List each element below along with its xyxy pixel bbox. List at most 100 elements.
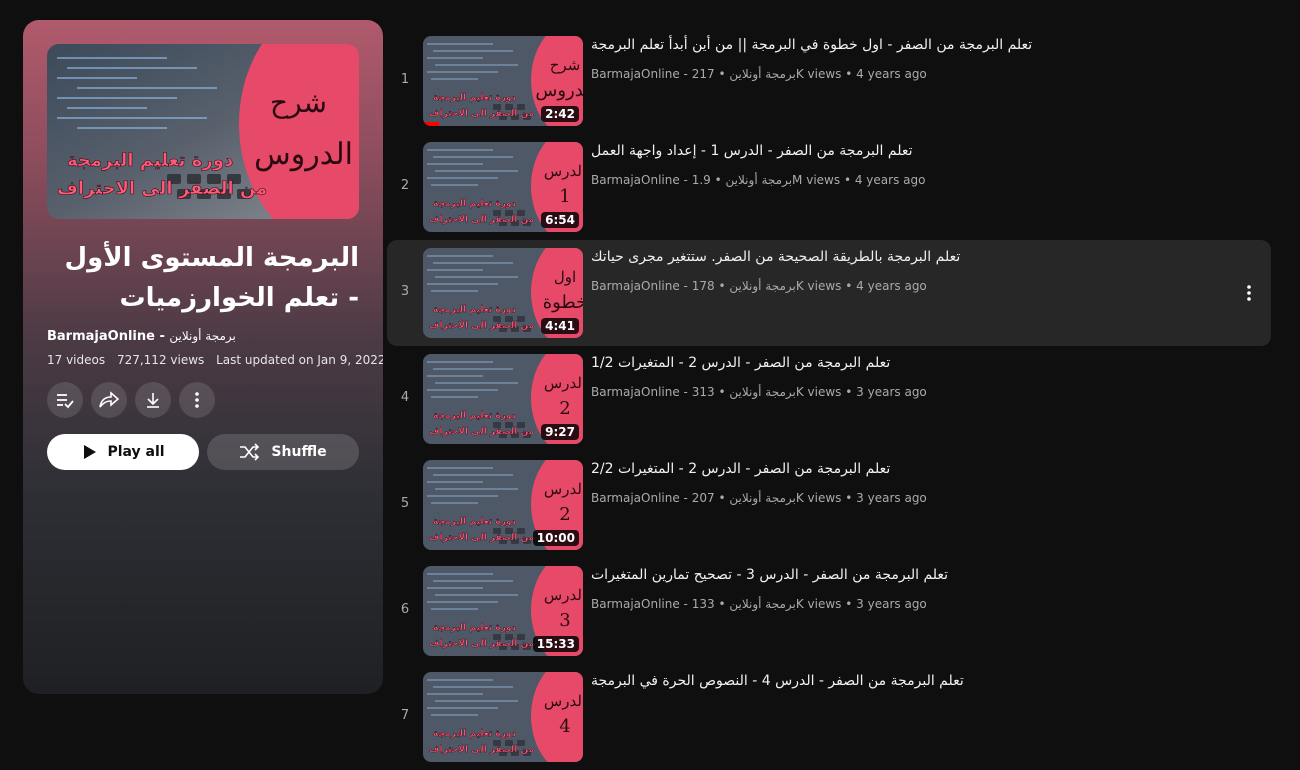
meta-dot: •	[845, 385, 853, 399]
playlist-video-row[interactable]: 7 دورة تعليم البرمجة من الصفر الى الاحتر…	[387, 664, 1271, 770]
video-menu-button[interactable]	[1239, 283, 1259, 303]
share-button[interactable]	[91, 382, 127, 418]
thumb-badge-line2: الدروس	[535, 80, 583, 101]
hero-course-line2: من الصفر الى الاحتراف	[57, 178, 267, 199]
video-thumbnail[interactable]: دورة تعليم البرمجة من الصفر الى الاحتراف…	[423, 248, 583, 338]
video-title[interactable]: تعلم البرمجة من الصفر - الدرس 2 - المتغي…	[591, 461, 890, 477]
playlist-add-icon	[57, 394, 74, 409]
video-metadata: BarmajaOnline - برمجة أونلاين • 178K vie…	[591, 279, 927, 293]
video-age: 3 years ago	[856, 385, 927, 399]
save-playlist-button[interactable]	[47, 382, 83, 418]
download-button[interactable]	[135, 382, 171, 418]
meta-dot: •	[845, 279, 853, 293]
playlist-video-row[interactable]: 2 دورة تعليم البرمجة من الصفر الى الاحتر…	[387, 134, 1271, 240]
video-title[interactable]: تعلم البرمجة من الصفر - الدرس 4 - النصوص…	[591, 673, 964, 689]
playlist-video-row[interactable]: 3 دورة تعليم البرمجة من الصفر الى الاحتر…	[387, 240, 1271, 346]
thumb-course-line2: من الصفر الى الاحتراف	[429, 215, 534, 225]
video-duration: 15:33	[532, 636, 579, 652]
owner-name[interactable]: BarmajaOnline	[47, 329, 155, 344]
meta-dot: •	[845, 597, 853, 611]
video-title[interactable]: تعلم البرمجة من الصفر - الدرس 1 - إعداد …	[591, 143, 912, 159]
thumb-badge-line2: 2	[559, 398, 570, 419]
playlist-video-row[interactable]: 4 دورة تعليم البرمجة من الصفر الى الاحتر…	[387, 346, 1271, 452]
thumb-course-line1: دورة تعليم البرمجة	[433, 93, 516, 103]
video-duration: 10:00	[532, 530, 579, 546]
playlist-video-row[interactable]: 5 دورة تعليم البرمجة من الصفر الى الاحتر…	[387, 452, 1271, 558]
video-duration: 6:54	[541, 212, 579, 228]
playlist-owner[interactable]: BarmajaOnline - برمجة أونلاين	[47, 329, 236, 344]
thumb-course-line2: من الصفر الى الاحتراف	[429, 533, 534, 543]
last-updated: Last updated on Jan 9, 2022	[216, 353, 383, 367]
thumb-badge-line1: شرح	[550, 56, 581, 74]
video-duration: 2:42	[541, 106, 579, 122]
thumb-badge-line2: خطوة	[543, 292, 583, 313]
video-metadata: BarmajaOnline - برمجة أونلاين • 1.9M vie…	[591, 173, 925, 187]
video-age: 4 years ago	[854, 173, 926, 187]
thumb-course-line1: دورة تعليم البرمجة	[433, 305, 516, 315]
video-duration: 9:27	[541, 424, 579, 440]
video-index: 2	[400, 178, 410, 193]
playlist-hero-thumbnail[interactable]: دورة تعليم البرمجة من الصفر الى الاحتراف…	[47, 44, 359, 219]
playlist-header-panel: دورة تعليم البرمجة من الصفر الى الاحتراف…	[23, 20, 383, 694]
thumb-badge-line1: الدرس	[544, 374, 583, 392]
video-count: 17 videos	[47, 353, 106, 367]
video-age: 3 years ago	[856, 491, 927, 505]
video-title[interactable]: تعلم البرمجة من الصفر - الدرس 3 - تصحيح …	[591, 567, 948, 583]
video-index: 5	[400, 496, 410, 511]
owner-separator: -	[154, 329, 170, 344]
video-metadata: BarmajaOnline - برمجة أونلاين • 313K vie…	[591, 385, 927, 399]
video-thumbnail[interactable]: دورة تعليم البرمجة من الصفر الى الاحتراف…	[423, 142, 583, 232]
thumb-badge-line1: الدرس	[544, 162, 583, 180]
video-thumbnail[interactable]: دورة تعليم البرمجة من الصفر الى الاحتراف…	[423, 460, 583, 550]
thumb-badge-line2: 1	[559, 186, 570, 207]
playlist-views: 727,112 views	[116, 353, 205, 367]
playlist-stats: 17 videos 727,112 views Last updated on …	[47, 353, 383, 367]
thumb-course-line2: من الصفر الى الاحتراف	[429, 639, 534, 649]
video-age: 4 years ago	[856, 67, 927, 81]
meta-dot: •	[845, 491, 853, 505]
video-duration: 4:41	[541, 318, 579, 334]
meta-dot: •	[843, 173, 852, 187]
thumb-course-line1: دورة تعليم البرمجة	[433, 517, 516, 527]
hero-thumbnail-art: دورة تعليم البرمجة من الصفر الى الاحتراف…	[47, 44, 359, 219]
video-age: 3 years ago	[856, 597, 927, 611]
thumb-badge-line2: 4	[559, 716, 570, 737]
thumb-badge-line2: 3	[559, 610, 570, 631]
playlist-video-row[interactable]: 6 دورة تعليم البرمجة من الصفر الى الاحتر…	[387, 558, 1271, 664]
thumb-course-line2: من الصفر الى الاحتراف	[429, 321, 534, 331]
video-index: 7	[400, 708, 410, 723]
video-age: 4 years ago	[856, 279, 927, 293]
video-thumbnail[interactable]: دورة تعليم البرمجة من الصفر الى الاحتراف…	[423, 36, 583, 126]
playlist-video-row[interactable]: 1 دورة تعليم البرمجة من الصفر الى الاحتر…	[387, 28, 1271, 134]
thumb-badge-line1: الدرس	[544, 692, 583, 710]
video-title[interactable]: تعلم البرمجة من الصفر - اول خطوة في البر…	[591, 37, 1032, 53]
shuffle-icon	[240, 443, 260, 461]
owner-arabic-name[interactable]: برمجة أونلاين	[169, 329, 236, 343]
thumbnail-art: دورة تعليم البرمجة من الصفر الى الاحتراف…	[423, 672, 583, 762]
meta-dot: •	[714, 173, 722, 187]
playlist-title: البرمجة المستوى الأول - تعلم الخوارزميات	[64, 243, 359, 313]
more-actions-button[interactable]	[179, 382, 215, 418]
thumb-badge-line1: اول	[554, 268, 576, 286]
video-thumbnail[interactable]: دورة تعليم البرمجة من الصفر الى الاحتراف…	[423, 672, 583, 762]
more-vert-icon	[1247, 285, 1251, 301]
video-thumbnail[interactable]: دورة تعليم البرمجة من الصفر الى الاحتراف…	[423, 566, 583, 656]
play-all-label: Play all	[107, 444, 165, 460]
thumb-course-line2: من الصفر الى الاحتراف	[429, 109, 534, 119]
video-metadata: BarmajaOnline - برمجة أونلاين • 207K vie…	[591, 491, 927, 505]
video-title[interactable]: تعلم البرمجة بالطريقة الصحيحة من الصفر. …	[591, 249, 960, 265]
video-thumbnail[interactable]: دورة تعليم البرمجة من الصفر الى الاحتراف…	[423, 354, 583, 444]
video-title[interactable]: تعلم البرمجة من الصفر - الدرس 2 - المتغي…	[591, 355, 890, 371]
share-icon	[99, 391, 120, 408]
thumb-course-line1: دورة تعليم البرمجة	[433, 729, 516, 739]
video-index: 1	[400, 72, 410, 87]
thumb-badge-line1: الدرس	[544, 480, 583, 498]
meta-dot: •	[718, 385, 726, 399]
video-metadata: BarmajaOnline - برمجة أونلاين • 217K vie…	[591, 67, 927, 81]
meta-dot: •	[718, 491, 726, 505]
play-controls: Play all Shuffle	[47, 434, 359, 470]
play-all-button[interactable]: Play all	[47, 434, 199, 470]
shuffle-button[interactable]: Shuffle	[207, 434, 359, 470]
watch-progress-bar	[423, 122, 439, 126]
hero-badge-line1: شرح	[270, 86, 327, 119]
